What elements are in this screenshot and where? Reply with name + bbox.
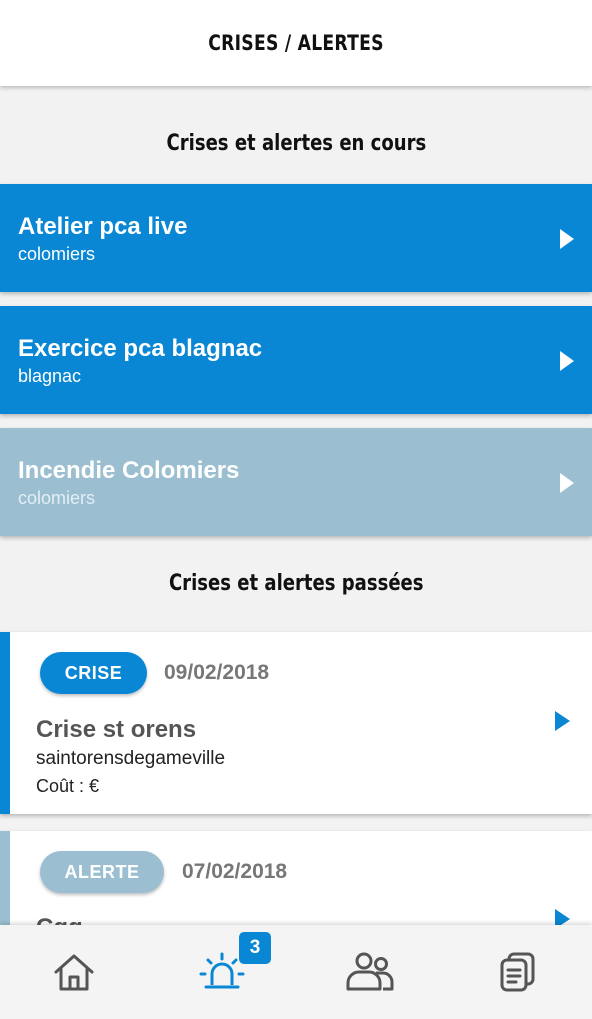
card-accent-bar — [0, 632, 10, 814]
home-icon — [54, 954, 94, 991]
crisis-date: 09/02/2018 — [164, 661, 270, 684]
nav-documents[interactable] — [444, 925, 592, 1019]
crise-badge: CRISE — [40, 652, 147, 694]
people-icon — [346, 952, 394, 991]
play-arrow-icon — [555, 711, 570, 731]
crisis-title: Atelier pca live — [18, 213, 188, 240]
current-crisis-card[interactable]: Incendie Colomiers colomiers — [0, 428, 592, 536]
nav-contacts[interactable] — [296, 925, 444, 1019]
play-arrow-icon — [560, 229, 574, 249]
alerte-badge: ALERTE — [40, 851, 164, 893]
alerts-count-badge: 3 — [239, 932, 271, 964]
nav-alerts[interactable]: 3 — [148, 925, 296, 1019]
documents-icon — [500, 952, 535, 992]
current-crisis-card[interactable]: Atelier pca live colomiers — [0, 184, 592, 292]
crisis-location: blagnac — [18, 366, 82, 386]
play-arrow-icon — [560, 351, 574, 371]
bottom-navigation: 3 — [0, 925, 592, 1019]
current-crisis-card[interactable]: Exercice pca blagnac blagnac — [0, 306, 592, 414]
crisis-title: Incendie Colomiers — [18, 457, 240, 484]
crisis-location: colomiers — [18, 244, 96, 264]
crisis-cost: Coût : € — [36, 776, 100, 796]
current-section-title: Crises et alertes en cours — [166, 131, 426, 156]
page-title: CRISES / ALERTES — [208, 31, 384, 55]
crisis-date: 07/02/2018 — [182, 860, 288, 883]
play-arrow-icon — [560, 473, 574, 493]
app-header: CRISES / ALERTES — [0, 0, 592, 86]
nav-home[interactable] — [0, 925, 148, 1019]
crisis-location: colomiers — [18, 488, 96, 508]
past-crisis-card[interactable]: CRISE 09/02/2018 Crise st orens saintore… — [0, 632, 592, 814]
crisis-title: Exercice pca blagnac — [18, 335, 263, 362]
crisis-location: saintorensdegameville — [36, 748, 226, 769]
past-section-title: Crises et alertes passées — [168, 571, 424, 596]
crisis-title: Crise st orens — [36, 716, 197, 743]
